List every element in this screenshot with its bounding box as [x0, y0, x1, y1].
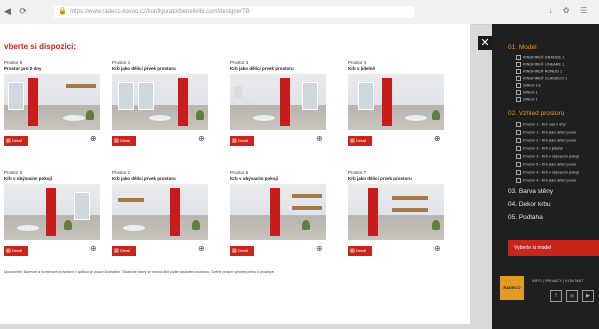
browser-toolbar: ◀ ⟳ 🔒 https://www.radeco.kovoo.cz/konfig… [0, 0, 599, 25]
layout-card[interactable]: Prostor 2 Krb jako dělicí prvek prostoru… [112, 170, 212, 258]
section-space[interactable]: 02. Vzhled prostoru [508, 110, 564, 117]
instagram-icon[interactable]: ◎ [566, 290, 578, 302]
youtube-icon[interactable]: ▶ [582, 290, 594, 302]
detail-button[interactable]: ▤ Detail [112, 136, 136, 146]
detail-button[interactable]: ▤ Detail [230, 136, 254, 146]
cart-icon: ▤ [114, 138, 119, 144]
address-bar[interactable]: 🔒 https://www.radeco.kovoo.cz/konfigurat… [54, 6, 414, 18]
space-option[interactable]: Prostor 1 - Krb nad 2 dny [516, 122, 565, 127]
facebook-icon[interactable]: f [550, 290, 562, 302]
detail-button[interactable]: ▤ Detail [112, 246, 136, 256]
model-option[interactable]: SINUS 1G [516, 83, 541, 88]
navigation-icons[interactable]: ◀ ⟳ [4, 6, 30, 17]
section-model[interactable]: 01. Model [508, 44, 537, 51]
room-preview-image[interactable] [4, 184, 100, 240]
cart-icon: ▤ [6, 138, 11, 144]
card-title: Krb jako dělicí prvek prostoru [348, 176, 412, 181]
space-option[interactable]: Prostor 3 - Krb v obývacím pokoji [516, 154, 579, 159]
model-option[interactable]: KINGFIRE® CLASSICO 1 [516, 76, 567, 81]
room-preview-image[interactable] [4, 74, 100, 130]
detail-button[interactable]: ▤ Detail [4, 246, 28, 256]
card-title: Prostor pro 2 dny [4, 66, 42, 71]
detail-button[interactable]: ▤ Detail [230, 246, 254, 256]
model-option[interactable]: KINGFIRE® LINEARE 1 [516, 62, 564, 67]
zoom-icon[interactable]: ⊕ [90, 244, 97, 253]
layout-card[interactable]: Prostor 5 Krb v obývacím pokoji ▤ Detail … [4, 170, 104, 258]
brand-logo[interactable]: RADECO [500, 276, 524, 300]
card-title: Krb jako dělicí prvek prostoru [112, 66, 176, 71]
space-option[interactable]: Prostor 4 - Krb jako dělicí prvek [516, 178, 576, 183]
card-title: Krb jako dělicí prvek prostoru [230, 66, 294, 71]
disclaimer-text: Upozornění: Barevné a rozměrové proveden… [4, 270, 275, 274]
room-preview-image[interactable] [230, 184, 326, 240]
url-text: https://www.radeco.kovoo.cz/konfigurator… [70, 9, 250, 15]
space-option[interactable]: Prostor 3 - Krb v jídelně [516, 146, 563, 151]
zoom-icon[interactable]: ⊕ [434, 134, 441, 143]
layout-card[interactable]: Prostor 3 Krb jako dělicí prvek prostoru… [230, 60, 330, 148]
zoom-icon[interactable]: ⊕ [90, 134, 97, 143]
space-option[interactable]: Prostor 1 - Krb jako dělicí prvek [516, 130, 576, 135]
configurator-page: vberte si dispozici: Prostor 9 Prostor p… [0, 24, 470, 324]
zoom-icon[interactable]: ⊕ [434, 244, 441, 253]
cart-icon: ▤ [6, 248, 11, 254]
space-option[interactable]: Prostor 2 - Krb jako dělicí prvek [516, 138, 576, 143]
cart-icon: ▤ [114, 248, 119, 254]
model-option[interactable]: KINGFIRE® GRANDE 1 [516, 55, 564, 60]
zoom-icon[interactable]: ⊕ [316, 244, 323, 253]
configurator-side-panel: 01. Model KINGFIRE® GRANDE 1 KINGFIRE® L… [492, 24, 599, 329]
room-preview-image[interactable] [112, 74, 208, 130]
model-option[interactable]: SINUS 1 [516, 97, 538, 102]
space-option[interactable]: Prostor 5 - Krb jako dělicí prvek [516, 162, 576, 167]
layout-card[interactable]: Prostor 4 Krb v jídelně ▤ Detail ⊕ [348, 60, 448, 148]
card-title: Krb jako dělicí prvek prostoru [112, 176, 176, 181]
cart-icon: ▤ [350, 138, 355, 144]
room-preview-image[interactable] [112, 184, 208, 240]
footer-links[interactable]: INFO | PRIVACY | KONTAKT [532, 278, 584, 283]
card-title: Krb v obývacím pokoji [230, 176, 279, 181]
card-title: Krb v obývacím pokoji [4, 176, 53, 181]
detail-button[interactable]: ▤ Detail [4, 136, 28, 146]
zoom-icon[interactable]: ⊕ [198, 244, 205, 253]
zoom-icon[interactable]: ⊕ [316, 134, 323, 143]
space-option[interactable]: Prostor 4 - Krb v obývacím pokoji [516, 170, 579, 175]
cart-icon: ▤ [232, 248, 237, 254]
lock-icon: 🔒 [58, 8, 67, 15]
layout-card[interactable]: Prostor 9 Prostor pro 2 dny ▤ Detail ⊕ [4, 60, 104, 148]
model-option[interactable]: SINUS 1 [516, 90, 538, 95]
close-icon[interactable]: ✕ [478, 36, 492, 50]
layout-card[interactable]: Prostor 6 Krb v obývacím pokoji ▤ Detail … [230, 170, 330, 258]
layout-card[interactable]: Prostor 7 Krb jako dělicí prvek prostoru… [348, 170, 448, 258]
section-decor[interactable]: 04. Dekor krbu [508, 201, 551, 208]
model-option[interactable]: KINGFIRE® RONDO 1 [516, 69, 562, 74]
section-wall-color[interactable]: 03. Barva stěny [508, 188, 553, 195]
room-preview-image[interactable] [348, 184, 444, 240]
detail-button[interactable]: ▤ Detail [348, 136, 372, 146]
layout-card[interactable]: Prostor 1 Krb jako dělicí prvek prostoru… [112, 60, 212, 148]
page-title: vberte si dispozici: [4, 42, 77, 51]
cart-icon: ▤ [350, 248, 355, 254]
browser-extension-icons[interactable]: ↓ ✿ ☰ [549, 6, 591, 15]
card-title: Krb v jídelně [348, 66, 376, 71]
detail-button[interactable]: ▤ Detail [348, 246, 372, 256]
choose-model-button[interactable]: Vyberte si model [508, 240, 599, 256]
zoom-icon[interactable]: ⊕ [198, 134, 205, 143]
cart-icon: ▤ [232, 138, 237, 144]
section-floor[interactable]: 05. Podlaha [508, 214, 543, 221]
room-preview-image[interactable] [230, 74, 326, 130]
room-preview-image[interactable] [348, 74, 444, 130]
